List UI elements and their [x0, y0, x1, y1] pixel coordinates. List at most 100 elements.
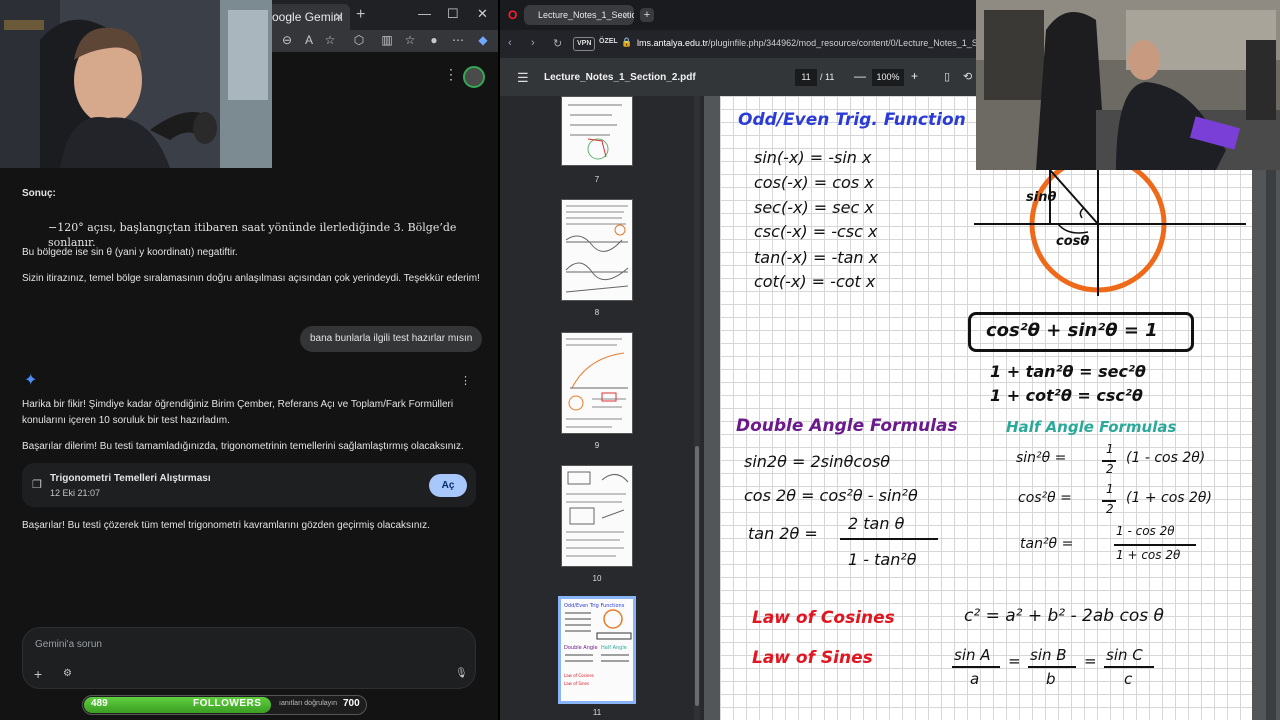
half-cos-rhs: (1 + cos 2θ) — [1126, 490, 1212, 506]
thumbnail-label-7: 7 — [594, 175, 600, 184]
thumbnail-page-7[interactable] — [561, 96, 633, 166]
account-avatar[interactable] — [463, 66, 485, 88]
circle-cos-label: cosθ — [1056, 234, 1090, 249]
zoom-out-button[interactable]: — — [854, 69, 866, 83]
thumbnail-label-10: 10 — [592, 574, 602, 583]
extensions-icon[interactable]: ⬡ — [352, 33, 366, 47]
thumbnail-sidebar: 7 8 9 10 Odd/Even Trig Functions Double A… — [500, 96, 704, 720]
microphone-icon[interactable]: 🎙 — [455, 668, 468, 679]
fit-page-icon[interactable]: ▯ — [944, 70, 950, 83]
half-tan-lhs: tan²θ = — [1020, 536, 1074, 552]
url-field[interactable]: lms.antalya.edu.tr/pluginfile.php/344962… — [637, 38, 992, 48]
add-icon[interactable]: + — [34, 666, 42, 682]
prompt-input[interactable]: Gemini'a sorun — [35, 639, 102, 650]
odd-even-line-5: tan(-x) = -tan x — [754, 248, 879, 267]
law-sines-den-b: b — [1046, 670, 1056, 688]
thanks-statement: Sizin itirazınız, temel bölge sıralaması… — [22, 273, 480, 284]
heading-half-angle: Half Angle Formulas — [1006, 418, 1177, 436]
quiz-card-date: 12 Eki 21:07 — [50, 488, 101, 498]
page-number-input[interactable]: 11 — [795, 69, 817, 86]
close-tab-icon[interactable]: ✕ — [334, 4, 344, 30]
opera-logo-icon[interactable]: O — [508, 8, 517, 22]
double-cos: cos 2θ = cos²θ - sin²θ — [744, 486, 918, 505]
svg-text:Odd/Even Trig Functions: Odd/Even Trig Functions — [564, 603, 625, 609]
minimize-button[interactable]: — — [418, 6, 431, 21]
open-quiz-button[interactable]: Aç — [429, 474, 467, 497]
copilot-icon[interactable]: ◆ — [476, 33, 490, 47]
followers-goal: 700 — [343, 698, 360, 709]
new-tab-button[interactable]: + — [640, 8, 654, 22]
thumbnail-label-8: 8 — [594, 308, 600, 317]
menu-icon[interactable]: ☰ — [517, 70, 529, 86]
split-screen-icon[interactable]: ▥ — [380, 33, 394, 47]
read-aloud-icon[interactable]: A — [302, 33, 316, 47]
profile-icon[interactable]: ● — [427, 33, 441, 47]
thumbnail-scrollbar[interactable] — [694, 96, 700, 720]
user-message: bana bunlarla ilgili test hazırlar mısın — [300, 326, 483, 352]
half-tan-num: 1 - cos 2θ — [1116, 524, 1175, 538]
thumbnail-page-9[interactable] — [561, 332, 633, 434]
quiz-card[interactable]: ❐ Trigonometri Temelleri Alıştırması 12 … — [22, 463, 476, 507]
followers-label: FOLLOWERS — [193, 698, 262, 709]
reload-icon[interactable]: ↻ — [553, 37, 562, 50]
double-tan-numerator: 2 tan θ — [848, 514, 905, 533]
thumbnail-page-10[interactable] — [561, 465, 633, 567]
close-window-button[interactable]: ✕ — [477, 6, 488, 22]
prompt-box[interactable]: Gemini'a sorun + ⚙ 🎙 — [22, 627, 476, 689]
law-sines-num-c: sin C — [1106, 646, 1143, 664]
law-sines-num-b: sin B — [1030, 646, 1067, 664]
law-sines-den-c: c — [1124, 670, 1133, 688]
close-tab-icon[interactable]: ✕ — [622, 5, 630, 25]
thumbnail-page-11[interactable]: Odd/Even Trig Functions Double Angle Half … — [558, 596, 636, 704]
url-host: lms.antalya.edu.tr — [637, 38, 709, 48]
odd-even-line-6: cot(-x) = -cot x — [754, 272, 876, 291]
law-sines-eq-2: = — [1084, 652, 1097, 670]
zoom-level[interactable]: 100% — [872, 69, 904, 86]
zoom-in-button[interactable]: + — [911, 69, 918, 83]
maximize-button[interactable]: ☐ — [447, 6, 459, 22]
new-tab-button[interactable]: + — [356, 6, 365, 24]
url-path: /pluginfile.php/344962/mod_resource/cont… — [708, 38, 992, 48]
thumbnail-label-11: 11 — [592, 708, 602, 717]
thumbnail-label-9: 9 — [594, 441, 600, 450]
followers-underlying-text: ıanıtları doğrulayın — [279, 700, 337, 707]
webcam-overlay-room — [976, 0, 1280, 170]
law-sines-eq-1: = — [1008, 652, 1021, 670]
followers-goal-overlay: 489 FOLLOWERS ıanıtları doğrulayın 700 — [82, 695, 367, 715]
page-count: / 11 — [820, 72, 835, 82]
quiz-card-title: Trigonometri Temelleri Alıştırması — [50, 473, 211, 484]
response-paragraph-1b: konularını içeren 10 soruluk bir test ha… — [22, 415, 230, 426]
tab-gemini[interactable]: oogle Gemini ✕ — [262, 4, 350, 30]
odd-even-line-3: sec(-x) = sec x — [754, 198, 874, 217]
law-of-sines-label: Law of Sines — [752, 648, 873, 668]
rotate-icon[interactable]: ⟲ — [963, 70, 972, 83]
pdf-page-11: Odd/Even Trig. Function sin(-x) = -sin x… — [720, 96, 1252, 720]
sonuc-label: Sonuç: — [22, 188, 56, 199]
forward-icon[interactable]: › — [531, 37, 535, 49]
tools-icon[interactable]: ⚙ — [63, 668, 72, 679]
more-icon[interactable]: ⋯ — [451, 33, 465, 47]
pdf-file-name: Lecture_Notes_1_Section_2.pdf — [544, 72, 696, 83]
law-sines-bar-a — [952, 666, 1000, 668]
favorites-icon[interactable]: ☆ — [403, 33, 417, 47]
thumbnail-page-8[interactable] — [561, 199, 633, 301]
response-more-icon[interactable]: ⋮ — [460, 374, 471, 387]
law-sines-bar-b — [1028, 666, 1076, 668]
private-badge: ÖZEL — [599, 38, 618, 45]
half-cos-num: 1 — [1106, 482, 1114, 496]
favorite-star-icon[interactable]: ☆ — [323, 33, 337, 47]
lock-icon[interactable]: 🔒 — [621, 37, 632, 48]
pythagorean-cot: 1 + cot²θ = csc²θ — [990, 386, 1143, 405]
half-tan-bar — [1114, 544, 1196, 546]
pdf-scrollbar[interactable] — [1266, 96, 1276, 720]
zoom-icon[interactable]: ⊖ — [280, 33, 294, 47]
tab-lecture-notes[interactable]: Lecture_Notes_1_Section ✕ — [524, 5, 634, 25]
half-sin-num: 1 — [1106, 442, 1114, 456]
vpn-badge[interactable]: VPN — [573, 37, 596, 51]
odd-even-line-4: csc(-x) = -csc x — [754, 222, 878, 241]
menu-kebab-icon[interactable]: ⋮ — [444, 66, 458, 83]
back-icon[interactable]: ‹ — [508, 37, 512, 49]
heading-odd-even: Odd/Even Trig. Function — [738, 110, 966, 130]
svg-text:Law of Sines: Law of Sines — [564, 681, 589, 686]
response-paragraph-3: Başarılar! Bu testi çözerek tüm temel tr… — [22, 520, 430, 531]
